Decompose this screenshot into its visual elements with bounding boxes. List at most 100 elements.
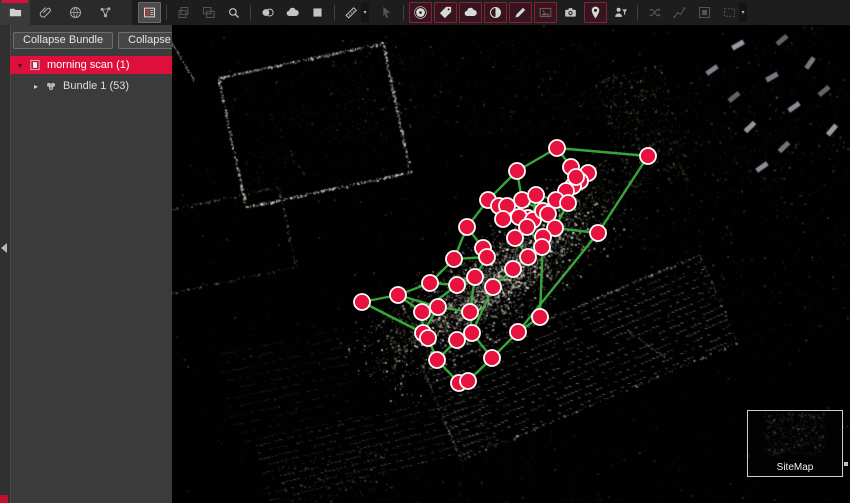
sitemap-resize-grip[interactable] [844, 462, 848, 466]
scan-position-marker[interactable] [484, 350, 500, 366]
trajectory-button[interactable] [668, 2, 691, 23]
scan-viewport[interactable]: SiteMap [172, 25, 850, 503]
marquee-select-button[interactable]: ▾ [718, 2, 751, 23]
clipping-toggle-button[interactable] [484, 2, 507, 23]
scan-position-marker[interactable] [485, 279, 501, 295]
pencil-icon [513, 5, 528, 20]
image-icon [538, 5, 553, 20]
scan-position-marker[interactable] [519, 219, 535, 235]
tab-web-services[interactable] [60, 0, 90, 25]
scan-position-marker[interactable] [510, 324, 526, 340]
tab-structure[interactable] [90, 0, 120, 25]
zoom-fit-button[interactable] [222, 2, 245, 23]
top-toolbar: ▾▾ [0, 0, 850, 25]
window-icon [142, 5, 157, 20]
scan-position-marker[interactable] [509, 163, 525, 179]
scan-position-marker[interactable] [549, 140, 565, 156]
scan-position-marker[interactable] [462, 304, 478, 320]
userfilter-icon [613, 5, 628, 20]
scan-position-marker[interactable] [354, 294, 370, 310]
collapse-bundle-button[interactable]: Collapse Bundle [13, 32, 113, 49]
sidebar-collapse-handle[interactable] [1, 243, 7, 253]
scan-position-marker[interactable] [479, 249, 495, 265]
planar-view-toggle-button[interactable] [138, 2, 161, 23]
expander-right-icon[interactable]: ▸ [30, 82, 42, 91]
clip-icon [38, 5, 53, 20]
scan-position-marker[interactable] [534, 239, 550, 255]
project-tree: ▾ morning scan (1) ▸ Bundle 1 (53) [10, 56, 172, 98]
point-cloud-view-button[interactable] [281, 2, 304, 23]
tab-attachments[interactable] [30, 0, 60, 25]
marquee-icon [722, 5, 737, 20]
globe-icon [68, 5, 83, 20]
scan-position-marker[interactable] [414, 304, 430, 320]
registration-edge [598, 156, 648, 233]
twocircles-icon [260, 5, 275, 20]
copy-icon [176, 5, 191, 20]
scan-position-marker[interactable] [390, 287, 406, 303]
scan-position-marker[interactable] [495, 211, 511, 227]
scan-position-marker[interactable] [449, 332, 465, 348]
scan-position-marker[interactable] [532, 309, 548, 325]
point-clouds-toggle-button[interactable] [459, 2, 482, 23]
target-icon [413, 5, 428, 20]
scan-position-marker[interactable] [430, 299, 446, 315]
measure-tool-button[interactable]: ▾ [340, 2, 373, 23]
map-pins-toggle-button[interactable] [584, 2, 607, 23]
pie-icon [488, 5, 503, 20]
camera-icon [563, 5, 578, 20]
expander-down-icon[interactable]: ▾ [14, 61, 26, 70]
scan-positions-toggle-button[interactable] [409, 2, 432, 23]
cloud-icon [463, 5, 478, 20]
scan-position-marker[interactable] [568, 169, 584, 185]
pin-icon [588, 5, 603, 20]
scan-position-marker[interactable] [467, 269, 483, 285]
duplicate-view-button[interactable] [172, 2, 195, 23]
tree-item-bundle-1[interactable]: ▸ Bundle 1 (53) [10, 77, 172, 95]
project-icon [28, 58, 42, 72]
dropdown-caret-icon[interactable]: ▾ [361, 3, 369, 22]
sitemap-overview[interactable]: SiteMap [747, 410, 843, 477]
scan-position-marker[interactable] [429, 352, 445, 368]
scan-position-marker[interactable] [590, 225, 606, 241]
polyline-icon [672, 5, 687, 20]
registration-edge [557, 148, 648, 156]
status-indicator [0, 495, 8, 503]
nodes-icon [98, 5, 113, 20]
tree-item-morning-scan[interactable]: ▾ morning scan (1) [10, 56, 172, 74]
scan-position-marker[interactable] [520, 249, 536, 265]
bundle-icon [44, 79, 58, 93]
scan-position-marker[interactable] [464, 325, 480, 341]
tab-project[interactable] [0, 0, 30, 25]
cascade-windows-button[interactable] [197, 2, 220, 23]
cursor-icon [379, 5, 394, 20]
scan-position-marker[interactable] [422, 275, 438, 291]
frame-icon [697, 5, 712, 20]
scan-position-marker[interactable] [505, 261, 521, 277]
scan-position-marker[interactable] [420, 330, 436, 346]
square-icon [310, 5, 325, 20]
plane-view-button[interactable] [306, 2, 329, 23]
images-toggle-button[interactable] [534, 2, 557, 23]
scan-position-marker[interactable] [449, 277, 465, 293]
scan-position-marker[interactable] [640, 148, 656, 164]
markup-toggle-button[interactable] [509, 2, 532, 23]
panorama-camera-button[interactable] [559, 2, 582, 23]
color-points-button[interactable] [256, 2, 279, 23]
project-sidebar: Collapse Bundle Collapse All ▾ morning s… [0, 25, 172, 503]
scan-position-marker[interactable] [459, 219, 475, 235]
tags-toggle-button[interactable] [434, 2, 457, 23]
select-tool-button[interactable] [375, 2, 398, 23]
toolbar-separator [637, 5, 638, 20]
scan-position-marker[interactable] [460, 373, 476, 389]
scan-position-marker[interactable] [560, 195, 576, 211]
tree-button-row: Collapse Bundle Collapse All [13, 32, 196, 49]
scan-position-marker[interactable] [528, 187, 544, 203]
user-filter-button[interactable] [609, 2, 632, 23]
dropdown-caret-icon[interactable]: ▾ [739, 3, 747, 22]
image-plane-button[interactable] [693, 2, 716, 23]
registration-edge [518, 233, 598, 332]
correspondences-button[interactable] [643, 2, 666, 23]
scan-position-marker[interactable] [446, 251, 462, 267]
toolbar-separator [334, 5, 335, 20]
